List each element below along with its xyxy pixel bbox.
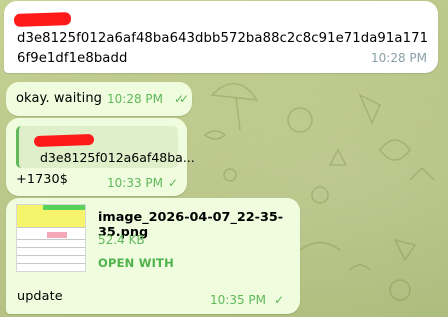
message-time: 10:28 PM <box>107 92 163 106</box>
message-text: +1730$ <box>16 172 69 187</box>
redacted-reply-sender <box>33 133 95 148</box>
open-with-button[interactable]: OPEN WITH <box>98 256 174 270</box>
message-text: update <box>17 289 63 304</box>
reply-quote[interactable]: d3e8125f012a6af48ba... <box>16 126 195 168</box>
spreadsheet-thumbnail[interactable] <box>16 204 86 272</box>
outgoing-file-message-bubble[interactable]: image_2026-04-07_22-35-35.png 52.4 KB OP… <box>6 198 300 314</box>
file-size: 52.4 KB <box>98 233 145 247</box>
redacted-sender-name <box>13 12 72 27</box>
message-time: 10:33 PM <box>107 176 163 190</box>
message-text: okay. waiting <box>16 91 103 106</box>
single-check-icon: ✓ <box>168 176 179 190</box>
reply-preview-text: d3e8125f012a6af48ba... <box>40 150 195 165</box>
message-time: 10:28 PM <box>371 51 427 65</box>
outgoing-message-bubble[interactable]: okay. waiting 10:28 PM ✓✓ <box>6 82 192 116</box>
umbrella-doodle <box>210 83 259 101</box>
outgoing-reply-message-bubble[interactable]: d3e8125f012a6af48ba... +1730$ 10:33 PM ✓ <box>6 118 195 196</box>
message-time: 10:35 PM <box>210 293 266 307</box>
circle-doodle <box>287 107 313 133</box>
incoming-message-bubble[interactable]: d3e8125f012a6af48ba643dbb572ba88c2c8c91e… <box>4 1 438 73</box>
double-check-icon: ✓✓ <box>174 92 189 106</box>
single-check-icon: ✓ <box>274 293 285 307</box>
